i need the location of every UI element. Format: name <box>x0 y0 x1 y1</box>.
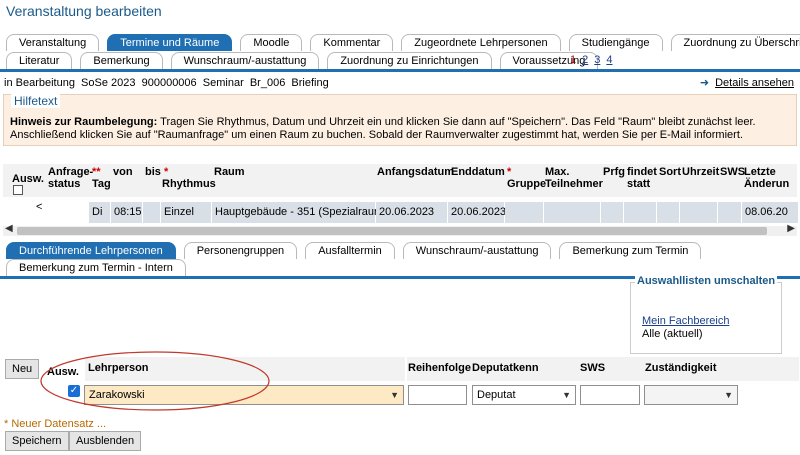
col-gruppe: * Gruppe <box>507 166 547 190</box>
help-box: Hilfetext Hinweis zur Raumbelegung: Trag… <box>3 94 797 146</box>
tab-veranstaltung[interactable]: Veranstaltung <box>6 34 100 51</box>
tab-bar-primary: Veranstaltung Termine und Räume Moodle K… <box>6 34 800 51</box>
sws-input[interactable] <box>580 385 640 405</box>
select-all-checkbox[interactable] <box>13 185 23 195</box>
lp-col-reihenfolge: Reihenfolge <box>408 362 471 374</box>
lp-col-deputatkenn: Deputatkenn <box>472 362 539 374</box>
help-text: Hinweis zur Raumbelegung: Tragen Sie Rhy… <box>10 116 756 141</box>
page-number-current: 1 <box>570 54 577 66</box>
save-button[interactable]: Speichern <box>5 431 69 451</box>
page-number-link[interactable]: 2 <box>582 54 588 66</box>
sub-tab-bar: Durchführende Lehrpersonen Personengrupp… <box>6 242 709 259</box>
cell-raum: Hauptgebäude - 351 (Spezialraum) <box>212 202 387 223</box>
sub-tab-bar-2: Bemerkung zum Termin - Intern <box>6 259 194 276</box>
scrollbar-thumb[interactable] <box>17 227 767 235</box>
page-number-link[interactable]: 4 <box>606 54 612 66</box>
tab-ausfalltermin[interactable]: Ausfalltermin <box>305 242 395 259</box>
tab-studiengaenge[interactable]: Studiengänge <box>568 34 663 51</box>
col-anfangsdatum: Anfangsdatum <box>377 166 454 178</box>
cell-anfangsdatum: 20.06.2023 <box>376 202 447 223</box>
page-title: Veranstaltung bearbeiten <box>6 3 162 19</box>
cell-sort <box>657 202 679 223</box>
tab-bemerkung-termin-intern[interactable]: Bemerkung zum Termin - Intern <box>6 259 186 276</box>
col-letzte-aenderung: Letzte Änderun <box>744 166 790 190</box>
cell-tag: Di <box>89 202 110 223</box>
new-button[interactable]: Neu <box>5 359 40 379</box>
chevron-down-icon: ▼ <box>562 390 571 400</box>
col-bis: bis * <box>145 166 169 178</box>
col-von: von <box>113 166 133 178</box>
chevron-down-icon: ▼ <box>724 390 733 400</box>
cell-uhrzeit <box>680 202 717 223</box>
cell-bis <box>143 202 160 223</box>
cell-von: 08:15 <box>111 202 142 223</box>
page-number-link[interactable]: 3 <box>594 54 600 66</box>
cell-enddatum: 20.06.2023 <box>448 202 506 223</box>
help-title: Hilfetext <box>11 94 61 108</box>
tab-wunschraum-termin[interactable]: Wunschraum/-austattung <box>402 242 552 259</box>
tab-zuordnung-einrichtungen[interactable]: Zuordnung zu Einrichtungen <box>327 52 492 69</box>
chevron-down-icon: ▼ <box>390 390 399 400</box>
new-record-label: * Neuer Datensatz ... <box>4 418 107 430</box>
expand-row-icon[interactable]: < <box>36 201 42 213</box>
arrow-right-icon: ➜ <box>699 77 710 89</box>
tab-wunschraum[interactable]: Wunschraum/-austattung <box>170 52 320 69</box>
col-ausw: Ausw. <box>12 173 44 185</box>
auswahllisten-legend: Auswahllisten umschalten <box>635 275 778 287</box>
cell-gruppe <box>505 202 543 223</box>
scroll-left-icon[interactable]: ◀ <box>5 223 13 234</box>
deputatkenn-select[interactable]: Deputat ▼ <box>472 385 576 405</box>
tab-moodle[interactable]: Moodle <box>240 34 303 51</box>
status-line: in Bearbeitung SoSe 2023 900000006 Semin… <box>4 77 329 89</box>
col-findet-statt: findet statt <box>627 166 657 190</box>
col-uhrzeit: Uhrzeit <box>682 166 720 178</box>
details-link[interactable]: ➜ Details ansehen <box>700 76 794 89</box>
col-prfg: Prfg <box>603 166 625 178</box>
horizontal-scrollbar[interactable]: ◀ ▶ <box>3 223 797 236</box>
col-enddatum: Enddatum <box>451 166 505 178</box>
tab-bar-secondary: Literatur Bemerkung Wunschraum/-austattu… <box>6 52 606 69</box>
col-tag: * Tag <box>92 166 111 190</box>
tab-bemerkung[interactable]: Bemerkung <box>80 52 163 69</box>
cell-rhythmus: Einzel <box>161 202 211 223</box>
tab-underline <box>0 69 800 72</box>
tab-zugeordnete-lehrpersonen[interactable]: Zugeordnete Lehrpersonen <box>401 34 561 51</box>
tab-literatur[interactable]: Literatur <box>6 52 73 69</box>
col-sort: Sort <box>659 166 681 178</box>
lp-col-zustaendigkeit: Zuständigkeit <box>645 362 717 374</box>
auswahl-current: Alle (aktuell) <box>642 328 703 340</box>
tab-termine-und-raeume[interactable]: Termine und Räume <box>107 34 233 51</box>
cell-findet-statt <box>624 202 656 223</box>
tab-kommentar[interactable]: Kommentar <box>310 34 394 51</box>
page-numbers: 1 2 3 4 <box>570 54 613 66</box>
hide-button[interactable]: Ausblenden <box>69 431 142 451</box>
cell-prfg <box>601 202 623 223</box>
tab-zuordnung-ueberschriften[interactable]: Zuordnung zu Überschriften <box>670 34 800 51</box>
col-rhythmus: Rhythmus <box>162 178 216 190</box>
tab-personengruppen[interactable]: Personengruppen <box>183 242 298 259</box>
cell-letzte-aenderung: 08.06.20 <box>742 202 798 223</box>
col-raum: Raum <box>214 166 245 178</box>
tab-durchfuehrende-lehrpersonen[interactable]: Durchführende Lehrpersonen <box>6 242 176 259</box>
annotation-ellipse <box>40 351 270 411</box>
lp-col-sws: SWS <box>580 362 606 374</box>
col-sws: SWS <box>720 166 746 178</box>
cell-max-teilnehmer <box>544 202 600 223</box>
auswahllisten-panel: Auswahllisten umschalten Mein Fachbereic… <box>630 275 782 354</box>
tab-bemerkung-termin[interactable]: Bemerkung zum Termin <box>559 242 702 259</box>
scroll-right-icon[interactable]: ▶ <box>787 223 795 234</box>
reihenfolge-input[interactable] <box>408 385 467 405</box>
col-max-teilnehmer: Max. Teilnehmer <box>545 166 603 190</box>
mein-fachbereich-link[interactable]: Mein Fachbereich <box>642 315 729 327</box>
cell-sws <box>718 202 741 223</box>
zustaendigkeit-select[interactable]: ▼ <box>644 385 738 405</box>
